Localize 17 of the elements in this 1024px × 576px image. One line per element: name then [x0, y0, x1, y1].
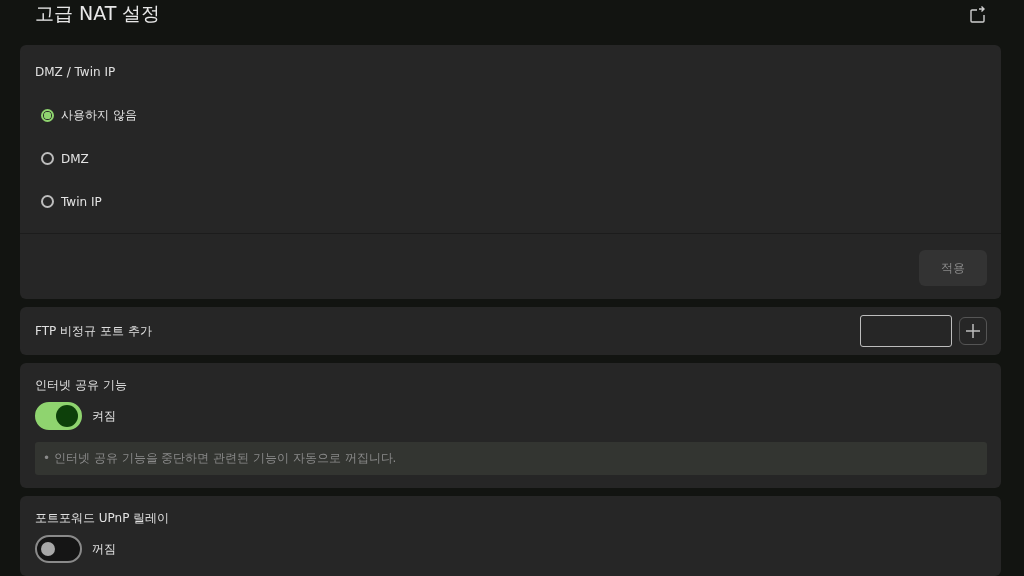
note-text: • 인터넷 공유 기능을 중단하면 관련된 기능이 자동으로 꺼집니다. [43, 451, 397, 465]
radio-option[interactable]: 사용하지 않음 [35, 94, 137, 137]
radio-option[interactable]: DMZ [35, 137, 89, 180]
port-input-field[interactable] [860, 315, 952, 347]
radio-option[interactable]: Twin IP [35, 180, 102, 223]
ftp-label: FTP 비정규 포트 추가 [35, 322, 152, 340]
toggle-switch[interactable] [35, 535, 82, 563]
add-button[interactable] [959, 317, 987, 345]
toggle-state: 꺼짐 [92, 540, 116, 558]
toggle-state: 켜짐 [92, 407, 116, 425]
page-title: 고급 NAT 설정 [35, 0, 161, 26]
setting-label: 인터넷 공유 기능 [35, 377, 128, 394]
toggle-switch[interactable] [35, 402, 82, 430]
section-label: DMZ / Twin IP [35, 65, 116, 79]
setting-label: 포트포워드 UPnP 릴레이 [35, 510, 171, 527]
share-icon[interactable] [970, 4, 986, 23]
plus-icon [966, 324, 980, 338]
